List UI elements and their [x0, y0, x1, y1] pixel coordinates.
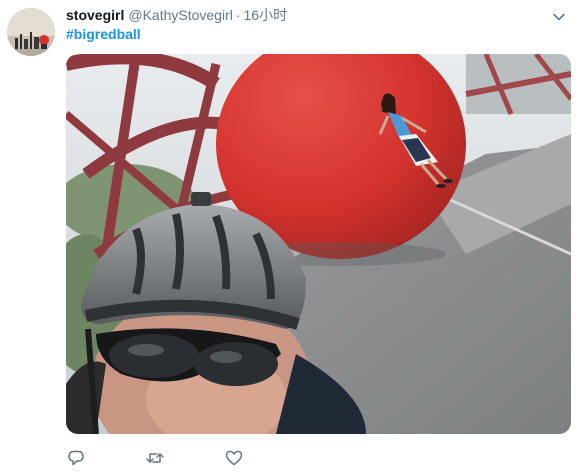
user-handle[interactable]: @KathyStovegirl	[128, 7, 232, 23]
reply-icon[interactable]	[66, 448, 86, 468]
hashtag-link[interactable]: #bigredball	[66, 26, 141, 43]
avatar[interactable]	[7, 8, 55, 56]
timestamp[interactable]: 16小时	[244, 7, 288, 23]
display-name[interactable]: stovegirl	[66, 7, 124, 23]
heart-icon[interactable]	[224, 448, 244, 468]
tweet-header: stovegirl @KathyStovegirl · 16小时	[66, 7, 287, 24]
avatar-image	[7, 8, 55, 56]
chevron-down-icon[interactable]	[552, 10, 566, 24]
tweet-photo[interactable]	[66, 54, 571, 434]
photo-image	[66, 54, 571, 434]
tweet-card: stovegirl @KathyStovegirl · 16小时 #bigredbal…	[0, 0, 578, 472]
separator-dot: ·	[235, 7, 241, 23]
retweet-icon[interactable]	[145, 448, 165, 468]
